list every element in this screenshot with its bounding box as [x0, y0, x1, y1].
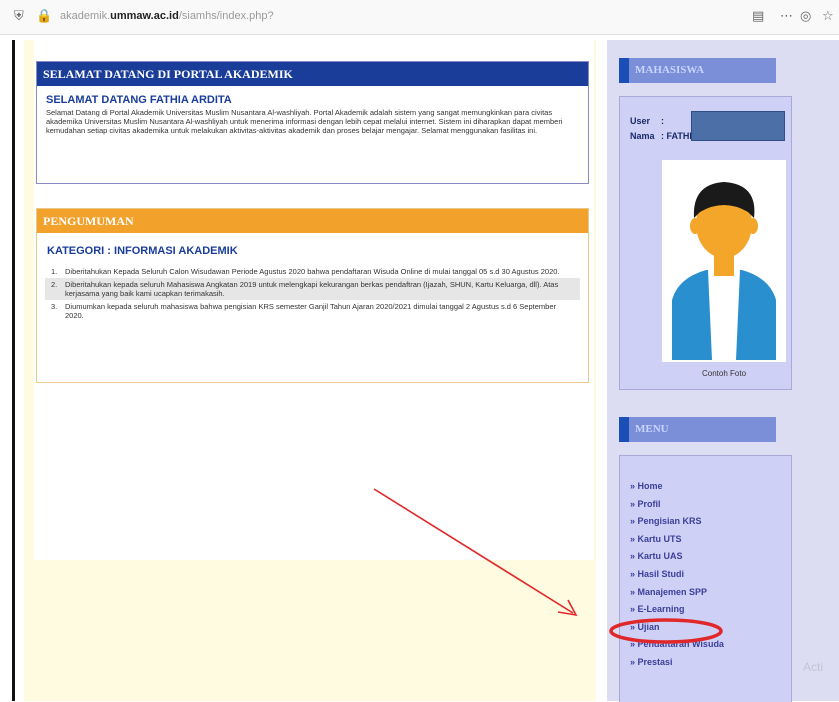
list-item: 1. Diberitahukan Kepada Seluruh Calon Wis… — [51, 267, 560, 276]
page-info-icon[interactable]: 🔒 — [36, 9, 52, 24]
announcement-list: 1. Diberitahukan Kepada Seluruh Calon Wis… — [37, 265, 588, 322]
list-item: 3. Diumumkan kepada seluruh mahasiswa bah… — [51, 302, 556, 320]
account-header: MAHASISWA — [619, 58, 776, 83]
menu-item-prestasi[interactable]: » Prestasi — [630, 654, 724, 672]
shield-icon[interactable]: ⛨ — [14, 9, 24, 24]
profile-photo — [662, 160, 786, 362]
menu-item-hasil-studi[interactable]: » Hasil Studi — [630, 566, 724, 584]
user-label: User: — [630, 116, 664, 126]
photo-caption: Contoh Foto — [701, 369, 747, 378]
welcome-header: SELAMAT DATANG DI PORTAL AKADEMIK — [37, 62, 588, 86]
url-field[interactable]: akademik.ummaw.ac.id/siamhs/index.php? — [60, 10, 274, 22]
more-options-icon[interactable]: ⋯ — [780, 9, 793, 24]
menu-item-profil[interactable]: » Profil — [630, 496, 724, 514]
pocket-icon[interactable]: ◎ — [800, 9, 811, 24]
menu-item-kartu-uas[interactable]: » Kartu UAS — [630, 548, 724, 566]
bookmark-star-icon[interactable]: ☆ — [822, 9, 834, 24]
reader-view-icon[interactable]: ▤ — [752, 9, 764, 24]
browser-address-bar: ⛨ 🔒 akademik.ummaw.ac.id/siamhs/index.ph… — [0, 0, 839, 35]
menu-item-e-learning[interactable]: » E-Learning — [630, 601, 724, 619]
announcement-header: PENGUMUMAN — [37, 209, 588, 233]
menu-item-pendaftaran-wisuda[interactable]: » Pendaftaran Wisuda — [630, 636, 724, 654]
left-border — [12, 40, 15, 701]
menu-item-home[interactable]: » Home — [630, 478, 724, 496]
sidebar-menu: » Home » Profil » Pengisian KRS » Kartu … — [630, 478, 724, 672]
menu-item-kartu-uts[interactable]: » Kartu UTS — [630, 531, 724, 549]
welcome-title: SELAMAT DATANG FATHIA ARDITA — [46, 94, 232, 106]
menu-item-ujian[interactable]: » Ujian — [630, 619, 724, 637]
category-title: KATEGORI : INFORMASI AKADEMIK — [47, 245, 238, 257]
watermark-text: Acti — [803, 660, 824, 674]
name-label: Nama: FATHIA ARDITA — [630, 131, 734, 141]
redaction-box — [691, 111, 785, 141]
list-item: 2. Diberitahukan kepada seluruh Mahasiswa… — [45, 278, 580, 300]
menu-item-manajemen-spp[interactable]: » Manajemen SPP — [630, 584, 724, 602]
welcome-panel: SELAMAT DATANG DI PORTAL AKADEMIK SELAMA… — [36, 61, 589, 184]
welcome-text: Selamat Datang di Portal Akademik Univer… — [46, 108, 563, 135]
menu-item-pengisian-krs[interactable]: » Pengisian KRS — [630, 513, 724, 531]
announcement-panel: PENGUMUMAN KATEGORI : INFORMASI AKADEMIK… — [36, 208, 589, 383]
menu-header: MENU — [619, 417, 776, 442]
